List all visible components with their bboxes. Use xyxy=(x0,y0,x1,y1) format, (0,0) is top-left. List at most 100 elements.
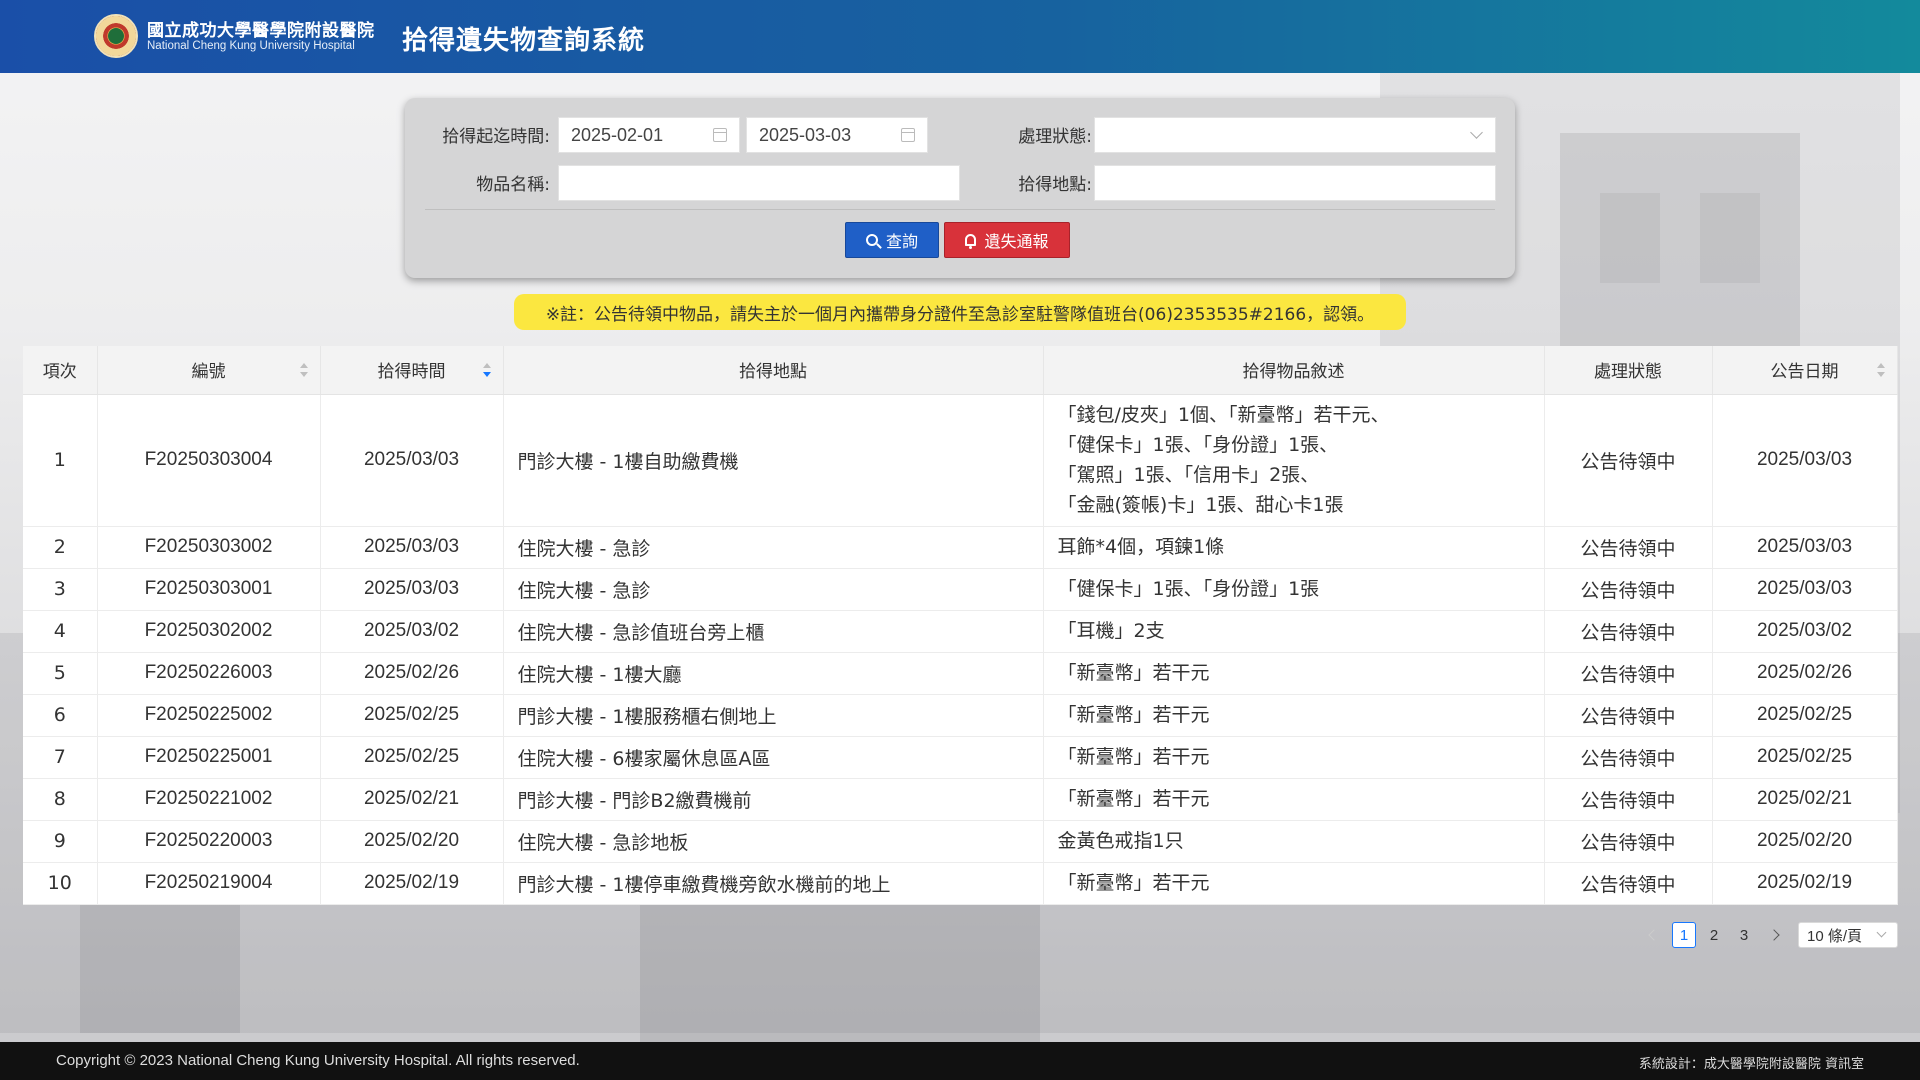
item-name-input[interactable] xyxy=(558,165,960,201)
row-index: 6 xyxy=(23,694,98,737)
table-row[interactable]: 3 F20250303001 2025/03/03 住院大樓 - 急診 「健保卡」1張、… xyxy=(23,568,1898,611)
hospital-logo[interactable] xyxy=(94,14,138,58)
row-found-place: 住院大樓 - 急診地板 xyxy=(503,820,1044,863)
prev-page-button[interactable] xyxy=(1642,922,1666,948)
status-label: 處理狀態: xyxy=(1018,127,1092,147)
row-id: F20250225001 xyxy=(97,736,321,779)
row-found-place: 門診大樓 - 1樓服務櫃右側地上 xyxy=(503,694,1044,737)
row-description: 「新臺幣」若干元 xyxy=(1043,862,1545,905)
sort-icon[interactable] xyxy=(482,363,491,377)
notice-banner: ※註：公告待領中物品，請失主於一個月內攜帶身分證件至急診室駐警隊值班台(06)2… xyxy=(514,294,1406,330)
row-id: F20250220003 xyxy=(97,820,321,863)
row-index: 7 xyxy=(23,736,98,779)
row-status: 公告待領中 xyxy=(1544,820,1713,863)
search-button[interactable]: 查詢 xyxy=(845,222,939,258)
row-index: 8 xyxy=(23,778,98,821)
sort-icon[interactable] xyxy=(299,363,308,377)
page-2-button[interactable]: 2 xyxy=(1702,922,1726,948)
row-announce-date: 2025/03/02 xyxy=(1712,610,1898,653)
row-index: 9 xyxy=(23,820,98,863)
lost-report-button[interactable]: 遺失通報 xyxy=(944,222,1070,258)
row-status: 公告待領中 xyxy=(1544,610,1713,653)
table-row[interactable]: 10 F20250219004 2025/02/19 門診大樓 - 1樓停車繳費機旁飲… xyxy=(23,862,1898,905)
row-announce-date: 2025/02/21 xyxy=(1712,778,1898,821)
table-row[interactable]: 7 F20250225001 2025/02/25 住院大樓 - 6樓家屬休息區A區「… xyxy=(23,736,1898,779)
header-id[interactable]: 編號 xyxy=(97,346,321,395)
description-line: 「新臺幣」若干元 xyxy=(1057,704,1210,726)
panel-divider xyxy=(425,209,1495,210)
row-found-time: 2025/02/21 xyxy=(320,778,504,821)
item-name-label: 物品名稱: xyxy=(476,175,550,195)
lost-report-button-label: 遺失通報 xyxy=(984,232,1049,251)
search-button-label: 查詢 xyxy=(885,232,918,251)
location-label: 拾得地點: xyxy=(1018,175,1092,195)
row-announce-date: 2025/02/25 xyxy=(1712,736,1898,779)
description-line: 「耳機」2支 xyxy=(1057,620,1165,642)
header-found-time[interactable]: 拾得時間 xyxy=(320,346,504,395)
end-date-value: 2025-03-03 xyxy=(759,124,852,145)
row-id: F20250219004 xyxy=(97,862,321,905)
row-index: 2 xyxy=(23,526,98,569)
row-found-time: 2025/02/26 xyxy=(320,652,504,695)
copyright-text: Copyright © 2023 National Cheng Kung Uni… xyxy=(56,1052,580,1069)
row-status: 公告待領中 xyxy=(1544,568,1713,611)
row-found-place: 門診大樓 - 1樓自助繳費機 xyxy=(503,394,1044,527)
system-title: 拾得遺失物查詢系統 xyxy=(402,26,646,56)
calendar-icon xyxy=(901,128,915,142)
row-id: F20250303002 xyxy=(97,526,321,569)
chevron-right-icon xyxy=(1768,929,1780,941)
row-found-time: 2025/03/02 xyxy=(320,610,504,653)
start-date-input[interactable]: 2025-02-01 xyxy=(558,117,740,153)
row-status: 公告待領中 xyxy=(1544,736,1713,779)
row-status: 公告待領中 xyxy=(1544,862,1713,905)
row-id: F20250226003 xyxy=(97,652,321,695)
row-found-place: 住院大樓 - 急診 xyxy=(503,526,1044,569)
row-found-place: 住院大樓 - 急診值班台旁上櫃 xyxy=(503,610,1044,653)
page-1-button[interactable]: 1 xyxy=(1672,922,1696,948)
top-header: 國立成功大學醫學院附設醫院 National Cheng Kung Univer… xyxy=(0,0,1920,73)
description-line: 金黃色戒指1只 xyxy=(1057,830,1184,852)
description-line: 「新臺幣」若干元 xyxy=(1057,788,1210,810)
table-header-row: 項次 編號 拾得時間 拾得地點 拾得物品敘述 處理狀態 公告日期 xyxy=(23,346,1898,395)
row-status: 公告待領中 xyxy=(1544,394,1713,527)
row-found-place: 門診大樓 - 門診B2繳費機前 xyxy=(503,778,1044,821)
location-input[interactable] xyxy=(1094,165,1496,201)
row-found-time: 2025/02/19 xyxy=(320,862,504,905)
row-id: F20250303004 xyxy=(97,394,321,527)
page-3-button[interactable]: 3 xyxy=(1732,922,1756,948)
row-status: 公告待領中 xyxy=(1544,694,1713,737)
next-page-button[interactable] xyxy=(1762,922,1786,948)
row-index: 1 xyxy=(23,394,98,527)
row-found-place: 住院大樓 - 急診 xyxy=(503,568,1044,611)
bell-icon xyxy=(965,234,977,249)
row-description: 「錢包/皮夾」1個、「新臺幣」若干元、 「健保卡」1張、「身份證」1張、 「駕照」1… xyxy=(1043,394,1545,527)
chevron-down-icon xyxy=(1470,126,1483,139)
table-row[interactable]: 2 F20250303002 2025/03/03 住院大樓 - 急診 耳飾*4個，項鍊… xyxy=(23,526,1898,569)
row-announce-date: 2025/02/20 xyxy=(1712,820,1898,863)
table-row[interactable]: 8 F20250221002 2025/02/21 門診大樓 - 門診B2繳費機前 「新… xyxy=(23,778,1898,821)
status-select[interactable] xyxy=(1094,117,1496,153)
page-size-select[interactable]: 10 條/頁 xyxy=(1798,922,1898,948)
search-icon xyxy=(865,234,878,246)
row-found-place: 住院大樓 - 6樓家屬休息區A區 xyxy=(503,736,1044,779)
footer: Copyright © 2023 National Cheng Kung Uni… xyxy=(0,1042,1920,1080)
header-announce-date[interactable]: 公告日期 xyxy=(1712,346,1898,395)
end-date-input[interactable]: 2025-03-03 xyxy=(746,117,928,153)
row-status: 公告待領中 xyxy=(1544,652,1713,695)
table-row[interactable]: 5 F20250226003 2025/02/26 住院大樓 - 1樓大廳 「新臺幣」若… xyxy=(23,652,1898,695)
designer-text: 系統設計：成大醫學院附設醫院 資訊室 xyxy=(1638,1057,1864,1072)
description-line: 「錢包/皮夾」1個、「新臺幣」若干元、 xyxy=(1057,404,1390,426)
row-index: 5 xyxy=(23,652,98,695)
table-row[interactable]: 9 F20250220003 2025/02/20 住院大樓 - 急診地板 金黃色戒指1… xyxy=(23,820,1898,863)
row-announce-date: 2025/02/19 xyxy=(1712,862,1898,905)
table-row[interactable]: 4 F20250302002 2025/03/02 住院大樓 - 急診值班台旁上櫃 「耳… xyxy=(23,610,1898,653)
row-index: 10 xyxy=(23,862,98,905)
sort-icon[interactable] xyxy=(1876,363,1885,377)
table-row[interactable]: 1 F20250303004 2025/03/03 門診大樓 - 1樓自助繳費機 「錢包… xyxy=(23,394,1898,527)
search-panel: 拾得起迄時間: 2025-02-01 2025-03-03 處理狀態: 物品名稱… xyxy=(405,98,1515,278)
table-row[interactable]: 6 F20250225002 2025/02/25 門診大樓 - 1樓服務櫃右側地上「… xyxy=(23,694,1898,737)
description-line: 「健保卡」1張、「身份證」1張 xyxy=(1057,578,1320,600)
description-line: 「駕照」1張、「信用卡」2張、 xyxy=(1057,464,1320,486)
hospital-name-zh: 國立成功大學醫學院附設醫院 xyxy=(147,21,375,41)
row-id: F20250302002 xyxy=(97,610,321,653)
